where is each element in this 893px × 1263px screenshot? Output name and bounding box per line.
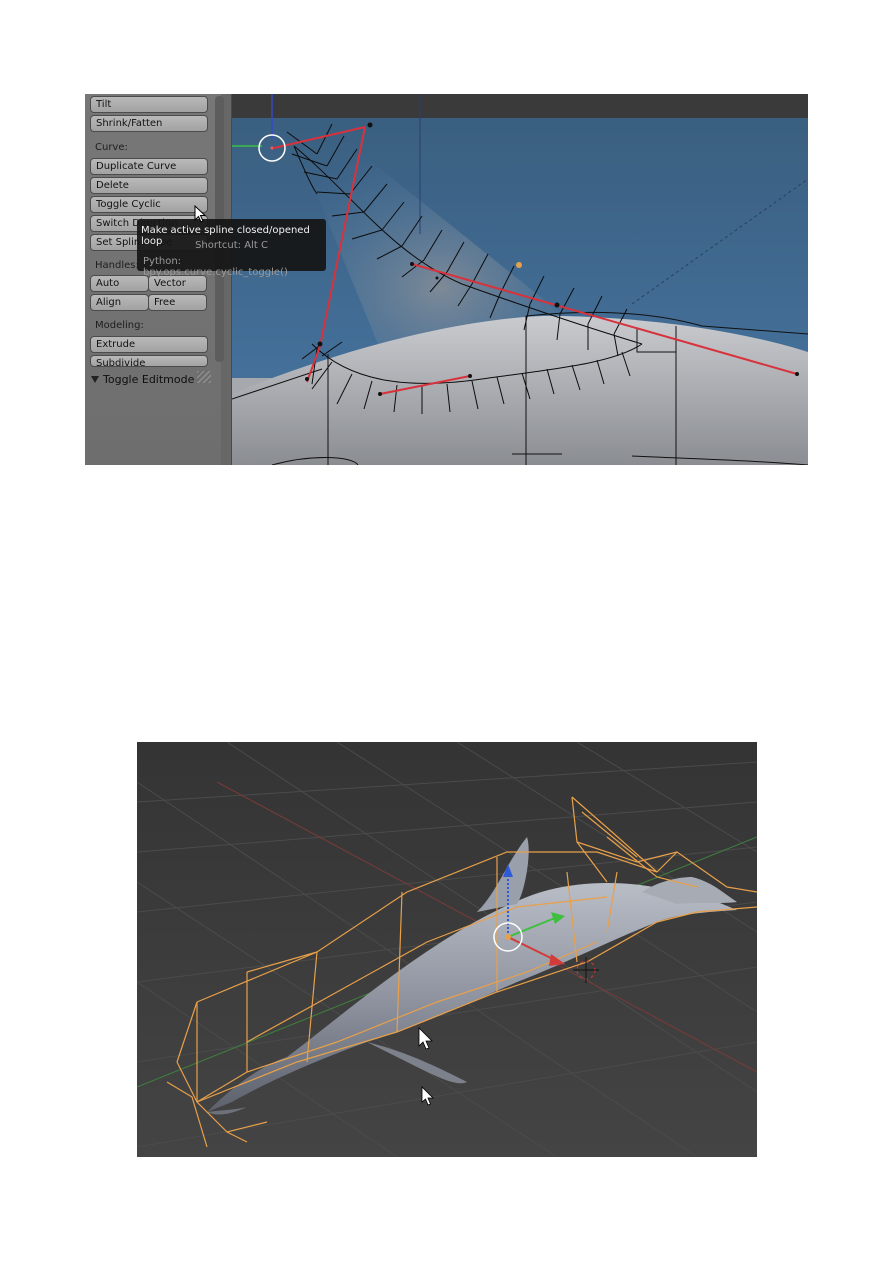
- 3d-viewport-dolphin[interactable]: [137, 742, 757, 1157]
- toggle-cyclic-button[interactable]: Toggle Cyclic: [90, 196, 208, 213]
- delete-button[interactable]: Delete: [90, 177, 208, 194]
- mouse-pointer-icon: [194, 205, 207, 223]
- blender-curve-edit-screenshot: Tilt Shrink/Fatten Curve: Duplicate Curv…: [85, 94, 808, 465]
- object-origin-point: [516, 262, 522, 268]
- blender-dolphin-lattice-screenshot: [137, 742, 757, 1157]
- toggle-cyclic-tooltip: Make active spline closed/opened loop Sh…: [137, 219, 326, 278]
- tilt-button[interactable]: Tilt: [90, 96, 208, 113]
- handle-auto-button[interactable]: Auto: [90, 275, 149, 292]
- modeling-section-label: Modeling:: [95, 320, 144, 331]
- curve-section-label: Curve:: [95, 142, 128, 153]
- toggle-editmode-header[interactable]: Toggle Editmode: [91, 373, 194, 386]
- 3d-cursor-center: [270, 146, 274, 150]
- curve-viewport-graphics: [231, 94, 808, 465]
- tool-shelf-panel: Tilt Shrink/Fatten Curve: Duplicate Curv…: [85, 94, 232, 465]
- triangle-down-icon: [91, 376, 99, 383]
- tooltip-shortcut: Shortcut: Alt C: [195, 240, 268, 251]
- tooltip-python: Python: bpy.ops.curve.cyclic_toggle(): [143, 256, 288, 278]
- object-origin-point: [505, 934, 511, 940]
- subdivide-button[interactable]: Subdivide: [90, 355, 208, 367]
- 3d-viewport-curve[interactable]: [231, 94, 808, 465]
- handle-align-button[interactable]: Align: [90, 294, 149, 311]
- duplicate-curve-button[interactable]: Duplicate Curve: [90, 158, 208, 175]
- viewport-header-strip: [232, 94, 808, 118]
- shrink-fatten-button[interactable]: Shrink/Fatten: [90, 115, 208, 132]
- extrude-button[interactable]: Extrude: [90, 336, 208, 353]
- toggle-editmode-label: Toggle Editmode: [103, 373, 195, 386]
- resize-grip-icon[interactable]: [197, 371, 211, 383]
- handle-free-button[interactable]: Free: [148, 294, 207, 311]
- handles-section-label: Handles:: [95, 260, 139, 271]
